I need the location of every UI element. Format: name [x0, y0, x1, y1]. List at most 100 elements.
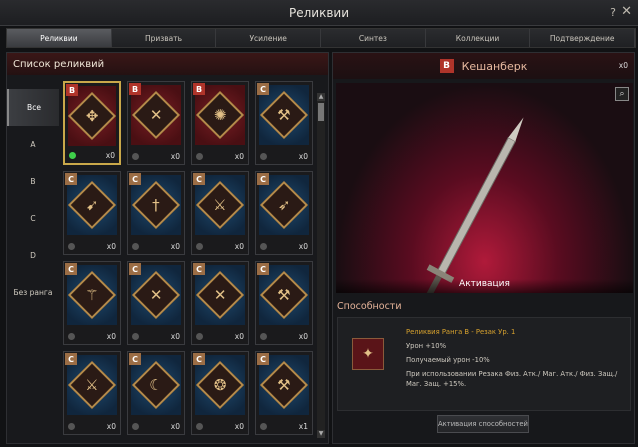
- gem-icon: [260, 423, 267, 430]
- relic-frame: ⚔: [67, 360, 117, 410]
- relic-card[interactable]: ➶ Cx0: [255, 171, 313, 255]
- scroll-thumb[interactable]: [318, 103, 324, 121]
- relic-count: x0: [234, 152, 244, 161]
- scroll-down-icon[interactable]: ▼: [317, 430, 325, 438]
- filter-d[interactable]: D: [7, 237, 59, 274]
- relic-name: Кешанберк: [461, 59, 528, 73]
- ability-box: ✦ Реликвия Ранга B - Резак Ур. 1 Урон +1…: [337, 317, 631, 411]
- relic-list-panel: Список реликвий Все A B C D Без ранга ✥ B…: [6, 52, 329, 444]
- relic-frame: ⚒: [259, 360, 309, 410]
- relic-count: x0: [105, 151, 115, 160]
- relic-frame: ☾: [131, 360, 181, 410]
- relic-weapon-icon: ⚒: [277, 375, 291, 394]
- tab-collections[interactable]: Коллекции: [425, 29, 531, 47]
- relic-frame: ✕: [131, 90, 181, 140]
- relic-count: x0: [170, 242, 180, 251]
- rank-badge: C: [65, 353, 77, 365]
- rank-badge: B: [129, 83, 141, 95]
- tab-confirm[interactable]: Подтверждение: [530, 29, 636, 47]
- relic-card[interactable]: ⚚ Cx0: [63, 261, 121, 345]
- relic-weapon-icon: ➹: [85, 195, 99, 214]
- sword-illustration: [422, 117, 524, 293]
- relic-card[interactable]: ⚒ Cx1: [255, 351, 313, 435]
- tab-bar: Реликвии Призвать Усиление Синтез Коллек…: [6, 28, 636, 48]
- filter-all[interactable]: Все: [7, 89, 59, 126]
- filter-no-rank[interactable]: Без ранга: [7, 274, 59, 311]
- relic-frame: ⚒: [259, 90, 309, 140]
- relic-frame: ✺: [195, 90, 245, 140]
- relic-card[interactable]: ⚔ Cx0: [191, 171, 249, 255]
- scrollbar[interactable]: ▲ ▼: [317, 93, 325, 438]
- tab-synthesis[interactable]: Синтез: [321, 29, 426, 47]
- gem-icon: [196, 333, 203, 340]
- relic-count: x0: [298, 152, 308, 161]
- relic-count: x1: [298, 422, 308, 431]
- relic-frame: ➶: [259, 180, 309, 230]
- relic-card[interactable]: ➹ Cx0: [63, 171, 121, 255]
- relic-frame: ⚒: [259, 270, 309, 320]
- relic-count: x0: [170, 152, 180, 161]
- relic-count: x0: [170, 332, 180, 341]
- relic-count: x0: [234, 422, 244, 431]
- rank-badge: C: [129, 263, 141, 275]
- relic-frame: ✕: [131, 270, 181, 320]
- ability-heading: Реликвия Ранга B - Резак Ур. 1: [406, 328, 516, 336]
- activation-caption: Активация: [336, 279, 633, 293]
- rank-badge: C: [129, 353, 141, 365]
- relic-card[interactable]: ❂ Cx0: [191, 351, 249, 435]
- relic-frame: ✕: [195, 270, 245, 320]
- relic-frame: ✥: [67, 91, 117, 141]
- relic-weapon-icon: ⚔: [85, 375, 99, 394]
- relic-card[interactable]: ⚒ Cx0: [255, 261, 313, 345]
- relic-card[interactable]: ✕ Cx0: [191, 261, 249, 345]
- relic-weapon-icon: ➶: [277, 195, 291, 214]
- relic-count: x0: [234, 242, 244, 251]
- abilities-title: Способности: [337, 301, 402, 312]
- tab-enhance[interactable]: Усиление: [216, 29, 322, 47]
- ability-line-received: Получаемый урон -10%: [406, 356, 490, 364]
- relic-weapon-icon: ☾: [149, 375, 163, 394]
- relic-weapon-icon: ⚚: [85, 285, 99, 304]
- relic-card[interactable]: ✕ Bx0: [127, 81, 185, 165]
- gem-icon: [132, 423, 139, 430]
- close-icon[interactable]: ✕: [621, 4, 632, 19]
- relic-weapon-icon: ⚒: [277, 285, 291, 304]
- relic-weapon-icon: †: [152, 196, 160, 214]
- rank-badge: B: [66, 84, 78, 96]
- relic-card[interactable]: ⚔ Cx0: [63, 351, 121, 435]
- rank-badge: C: [193, 173, 205, 185]
- gem-icon: [260, 153, 267, 160]
- relic-count: x0: [234, 332, 244, 341]
- relic-frame: ⚚: [67, 270, 117, 320]
- filter-a[interactable]: A: [7, 126, 59, 163]
- gem-icon: [196, 423, 203, 430]
- detail-rank-badge: B: [439, 59, 454, 73]
- activate-abilities-button[interactable]: Активация способностей: [437, 415, 529, 433]
- relic-card[interactable]: † Cx0: [127, 171, 185, 255]
- relic-detail-panel: B Кешанберк x0 ⌕ Активация Способности ✦…: [332, 52, 635, 444]
- rank-badge: C: [65, 263, 77, 275]
- relic-frame: ➹: [67, 180, 117, 230]
- help-icon[interactable]: ?: [610, 6, 616, 19]
- gem-icon: [260, 243, 267, 250]
- relic-count: x0: [298, 332, 308, 341]
- filter-b[interactable]: B: [7, 163, 59, 200]
- tab-summon[interactable]: Призвать: [111, 29, 217, 47]
- gem-icon: [196, 153, 203, 160]
- relic-card[interactable]: ✕ Cx0: [127, 261, 185, 345]
- relic-count: x0: [106, 332, 116, 341]
- filter-c[interactable]: C: [7, 200, 59, 237]
- rank-badge: C: [129, 173, 141, 185]
- relic-grid: ✥ Bx0 ✕ Bx0 ✺ Bx0 ⚒ Cx0 ➹ Cx0 † Cx0 ⚔ Cx0 ➶ Cx0 ⚚ Cx0 ✕ Cx0…: [63, 81, 313, 436]
- tab-relics[interactable]: Реликвии: [7, 29, 112, 47]
- relic-count: x0: [298, 242, 308, 251]
- relic-card[interactable]: ☾ Cx0: [127, 351, 185, 435]
- relic-card[interactable]: ⚒ Cx0: [255, 81, 313, 165]
- gem-icon: [132, 333, 139, 340]
- relic-card[interactable]: ✥ Bx0: [63, 81, 121, 165]
- gem-icon: [68, 243, 75, 250]
- relic-card[interactable]: ✺ Bx0: [191, 81, 249, 165]
- scroll-up-icon[interactable]: ▲: [317, 93, 325, 101]
- gem-icon: [68, 423, 75, 430]
- relic-count: x0: [106, 242, 116, 251]
